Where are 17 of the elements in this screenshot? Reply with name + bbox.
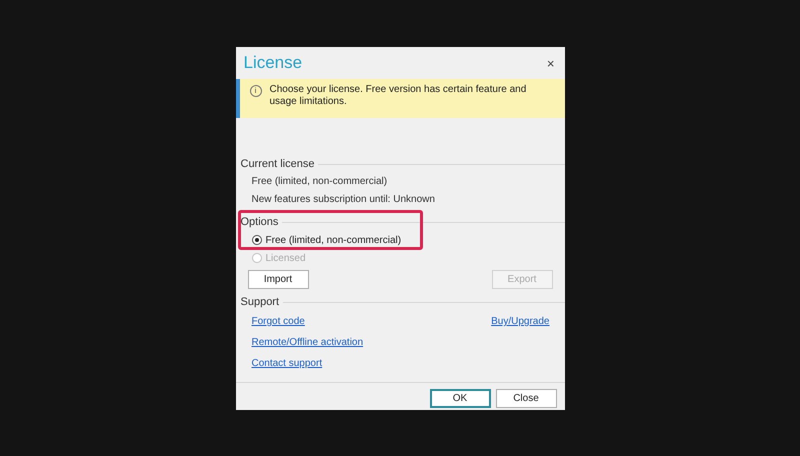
info-icon: i [250,85,262,97]
section-heading: Support [240,294,280,310]
close-button[interactable]: × [546,56,554,70]
section-heading: Current license [240,156,314,172]
license-info-text: Free (limited, non-commercial) [252,175,388,189]
support-link[interactable]: Remote/Offline activation [252,332,364,353]
license-info-text: New features subscription until: Unknown [252,193,436,207]
radio-option[interactable]: Free (limited, non-commercial) [252,231,564,249]
info-text: Choose your license. Free version has certain feature and usage limitations. [270,84,528,108]
support-link[interactable]: Contact support [252,353,364,374]
window-title: License [244,52,302,74]
ok-button[interactable]: OK [430,389,490,408]
import-button[interactable]: Import [248,270,308,289]
close-dialog-button[interactable]: Close [496,389,556,408]
support-link[interactable]: Forgot code [252,311,364,332]
section-heading: Options [240,214,278,230]
buy-upgrade-link[interactable]: Buy/Upgrade [491,311,550,332]
